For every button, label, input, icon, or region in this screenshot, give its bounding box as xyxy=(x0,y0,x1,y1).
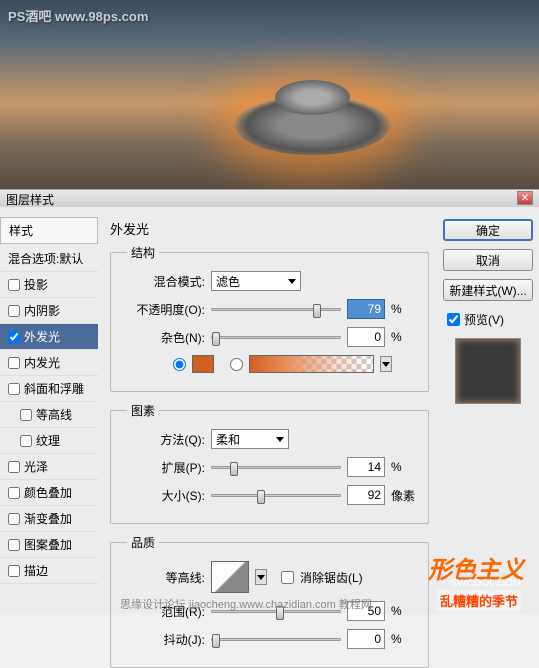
jitter-label: 抖动(J): xyxy=(123,631,205,648)
style-checkbox[interactable] xyxy=(20,435,32,447)
style-item[interactable]: 外发光 xyxy=(0,324,98,350)
noise-unit: % xyxy=(391,330,402,344)
style-checkbox[interactable] xyxy=(8,279,20,291)
solid-color-radio[interactable] xyxy=(173,358,186,371)
style-checkbox[interactable] xyxy=(8,305,20,317)
style-item[interactable]: 斜面和浮雕 xyxy=(0,376,98,402)
style-item[interactable]: 光泽 xyxy=(0,454,98,480)
spread-input[interactable] xyxy=(347,457,385,477)
quality-legend: 品质 xyxy=(127,534,159,551)
antialias-label: 消除锯齿(L) xyxy=(300,569,363,586)
styles-header[interactable]: 样式 xyxy=(0,217,98,244)
style-label: 颜色叠加 xyxy=(24,484,72,501)
style-checkbox[interactable] xyxy=(8,383,20,395)
spread-slider[interactable] xyxy=(211,466,341,469)
style-label: 内发光 xyxy=(24,354,60,371)
outer-glow-title: 外发光 xyxy=(110,219,429,238)
style-item[interactable]: 内阴影 xyxy=(0,298,98,324)
style-label: 渐变叠加 xyxy=(24,510,72,527)
antialias-checkbox[interactable] xyxy=(281,571,294,584)
style-label: 纹理 xyxy=(36,432,60,449)
preview-swatch xyxy=(455,338,521,404)
jitter-unit: % xyxy=(391,632,402,646)
chevron-down-icon xyxy=(288,279,296,284)
opacity-label: 不透明度(O): xyxy=(123,301,205,318)
ufo-graphic xyxy=(235,95,390,155)
style-label: 外发光 xyxy=(24,328,60,345)
opacity-input[interactable] xyxy=(347,299,385,319)
chevron-down-icon xyxy=(276,437,284,442)
watermark-top: PS酒吧 www.98ps.com xyxy=(8,6,148,25)
contour-dropdown-icon[interactable] xyxy=(255,569,267,585)
structure-legend: 结构 xyxy=(127,244,159,261)
elements-legend: 图素 xyxy=(127,402,159,419)
preview-checkbox[interactable] xyxy=(447,313,460,326)
blend-mode-dropdown[interactable]: 滤色 xyxy=(211,271,301,291)
style-item[interactable]: 内发光 xyxy=(0,350,98,376)
dialog-titlebar: 图层样式 ✕ xyxy=(0,189,539,207)
noise-slider[interactable] xyxy=(211,336,341,339)
elements-group: 图素 方法(Q): 柔和 扩展(P): % 大小(S): 像素 xyxy=(110,402,429,524)
size-unit: 像素 xyxy=(391,487,415,504)
style-checkbox[interactable] xyxy=(8,357,20,369)
opacity-slider[interactable] xyxy=(211,308,341,311)
style-item[interactable]: 颜色叠加 xyxy=(0,480,98,506)
style-item[interactable]: 纹理 xyxy=(0,428,98,454)
styles-list-panel: 样式 混合选项:默认 投影内阴影外发光内发光斜面和浮雕等高线纹理光泽颜色叠加渐变… xyxy=(0,207,102,614)
spread-label: 扩展(P): xyxy=(123,459,205,476)
style-checkbox[interactable] xyxy=(8,331,20,343)
style-item[interactable]: 描边 xyxy=(0,558,98,584)
style-item[interactable]: 渐变叠加 xyxy=(0,506,98,532)
style-label: 等高线 xyxy=(36,406,72,423)
watermark-url: SWCOOL.COM xyxy=(450,578,521,589)
style-item[interactable]: 图案叠加 xyxy=(0,532,98,558)
style-checkbox[interactable] xyxy=(8,539,20,551)
preview-image: PS酒吧 www.98ps.com xyxy=(0,0,539,206)
style-label: 斜面和浮雕 xyxy=(24,380,84,397)
size-label: 大小(S): xyxy=(123,487,205,504)
contour-label: 等高线: xyxy=(123,569,205,586)
size-slider[interactable] xyxy=(211,494,341,497)
ok-button[interactable]: 确定 xyxy=(443,219,533,241)
color-swatch[interactable] xyxy=(192,355,214,373)
spread-unit: % xyxy=(391,460,402,474)
watermark-footer: 思缘设计论坛 jiaocheng.www.chazidian.com 教程网 xyxy=(120,596,372,612)
close-icon[interactable]: ✕ xyxy=(517,191,533,205)
style-item[interactable]: 等高线 xyxy=(0,402,98,428)
size-input[interactable] xyxy=(347,485,385,505)
technique-label: 方法(Q): xyxy=(123,431,205,448)
structure-group: 结构 混合模式: 滤色 不透明度(O): % 杂色(N): % xyxy=(110,244,429,392)
gradient-dropdown-icon[interactable] xyxy=(380,356,392,372)
style-label: 内阴影 xyxy=(24,302,60,319)
style-checkbox[interactable] xyxy=(8,487,20,499)
jitter-input[interactable] xyxy=(347,629,385,649)
range-unit: % xyxy=(391,604,402,618)
gradient-picker[interactable] xyxy=(249,355,374,373)
style-label: 光泽 xyxy=(24,458,48,475)
blend-mode-label: 混合模式: xyxy=(123,273,205,290)
dialog-title-text: 图层样式 xyxy=(6,191,54,206)
preview-label: 预览(V) xyxy=(464,311,504,328)
technique-dropdown[interactable]: 柔和 xyxy=(211,429,289,449)
settings-panel: 外发光 结构 混合模式: 滤色 不透明度(O): % 杂色(N): % xyxy=(102,207,437,614)
watermark-slogan: 乱糟糟的季节 xyxy=(437,590,521,611)
noise-input[interactable] xyxy=(347,327,385,347)
style-item[interactable]: 投影 xyxy=(0,272,98,298)
opacity-unit: % xyxy=(391,302,402,316)
style-checkbox[interactable] xyxy=(8,513,20,525)
contour-picker[interactable] xyxy=(211,561,249,593)
new-style-button[interactable]: 新建样式(W)... xyxy=(443,279,533,301)
jitter-slider[interactable] xyxy=(211,638,341,641)
style-checkbox[interactable] xyxy=(20,409,32,421)
style-label: 描边 xyxy=(24,562,48,579)
cancel-button[interactable]: 取消 xyxy=(443,249,533,271)
style-label: 图案叠加 xyxy=(24,536,72,553)
blend-defaults[interactable]: 混合选项:默认 xyxy=(0,246,98,272)
noise-label: 杂色(N): xyxy=(123,329,205,346)
style-checkbox[interactable] xyxy=(8,565,20,577)
style-checkbox[interactable] xyxy=(8,461,20,473)
style-label: 投影 xyxy=(24,276,48,293)
gradient-radio[interactable] xyxy=(230,358,243,371)
